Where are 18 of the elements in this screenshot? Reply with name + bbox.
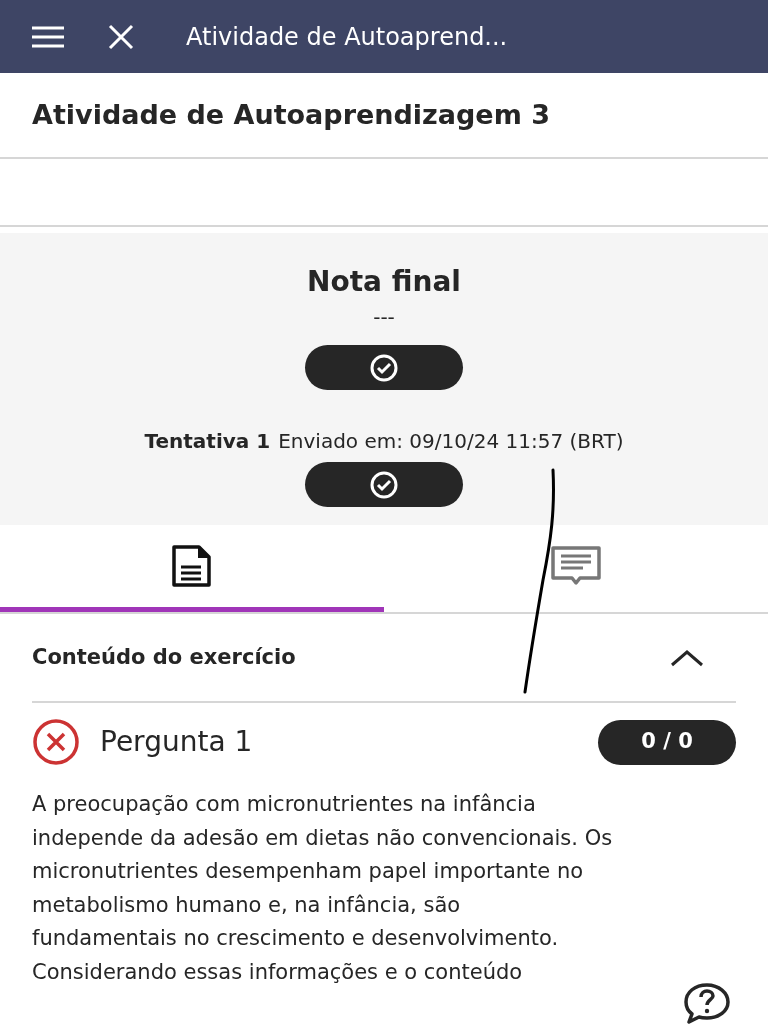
- close-icon[interactable]: [108, 23, 134, 50]
- score-pill: 0 / 0: [598, 719, 736, 765]
- question-text: A preocupação com micronutrientes na infância independe da adesão em dietas não convencionais. Os micronutrientes desempenham papel importante no metabolismo humano e, na infância, são fundamentais no crescimento e desenvolvimento. Considerando essas informações e o conteúdo: [32, 791, 614, 986]
- grade-value: ---: [373, 307, 395, 327]
- section-title: Conteúdo do exercício: [32, 643, 296, 671]
- grade-button[interactable]: [305, 345, 463, 390]
- question-title: Pergunta 1: [100, 724, 253, 760]
- attempt-button[interactable]: [305, 462, 463, 507]
- window-title: Atividade de Autoaprend...: [186, 21, 508, 53]
- attempt-label: Tentativa 1: [144, 428, 271, 455]
- comment-icon: [551, 546, 601, 586]
- submitted-date: Enviado em: 09/10/24 11:57 (BRT): [278, 428, 624, 455]
- help-icon[interactable]: [683, 982, 731, 1024]
- page-title: Atividade de Autoaprendizagem 3: [32, 97, 550, 132]
- document-icon: [171, 545, 213, 587]
- menu-icon[interactable]: [32, 25, 64, 48]
- grade-title: Nota final: [307, 264, 461, 300]
- chevron-icon[interactable]: [670, 648, 704, 667]
